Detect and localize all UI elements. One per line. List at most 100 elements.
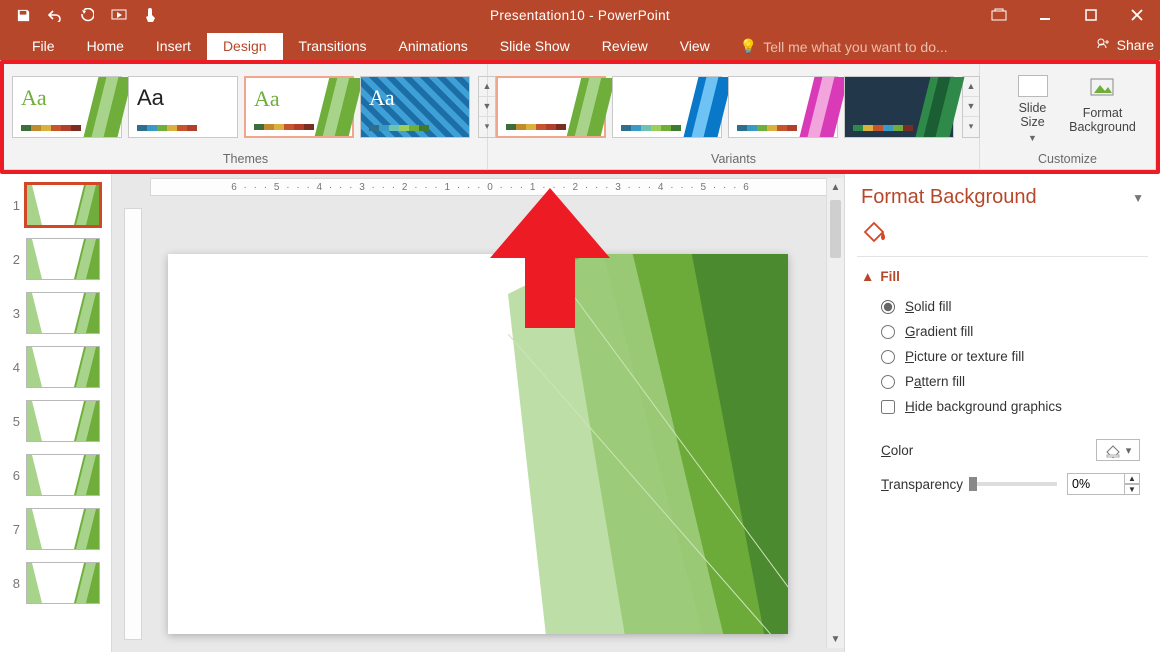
thumb-art [26,509,42,549]
color-picker[interactable]: ▾ [1096,439,1140,461]
slider-knob[interactable] [969,477,977,491]
variant-thumb-1[interactable] [496,76,606,138]
maximize-button[interactable] [1068,0,1114,30]
scrollbar-thumb[interactable] [830,200,841,258]
more-icon[interactable]: ▾ [963,117,979,136]
tab-home[interactable]: Home [71,33,140,60]
swatches [853,125,913,131]
share-label: Share [1117,37,1154,53]
scroll-up-icon[interactable]: ▲ [963,77,979,97]
slide-number: 8 [8,576,20,591]
touch-mode-icon[interactable] [142,6,160,24]
variants-group-label: Variants [488,149,979,169]
thumb-art [26,239,42,279]
gradient-fill-option[interactable]: Gradient fill [861,319,1144,344]
gradient-fill-radio[interactable] [881,325,895,339]
slide-number: 5 [8,414,20,429]
slide-thumbnail[interactable] [26,454,100,496]
close-button[interactable] [1114,0,1160,30]
transparency-spin[interactable]: ▲ ▼ [1067,473,1140,495]
fill-section-header[interactable]: ▲ Fill [861,269,1144,284]
solid-fill-radio[interactable] [881,300,895,314]
ribbon-options-icon[interactable] [976,0,1022,30]
scroll-up-icon[interactable]: ▲ [827,178,844,196]
slide-thumbnail[interactable] [26,184,100,226]
pattern-fill-option[interactable]: Pattern fill [861,369,1144,394]
ribbon-highlight-box: Aa Aa Aa Aa ▲ [0,60,1160,174]
minimize-button[interactable] [1022,0,1068,30]
slide-thumb-row[interactable]: 2 [0,236,111,290]
pattern-fill-radio[interactable] [881,375,895,389]
share-button[interactable]: Share [1095,30,1154,60]
slide-thumbnail[interactable] [26,292,100,334]
variants-gallery-scroll[interactable]: ▲ ▼ ▾ [962,76,980,138]
undo-icon[interactable] [46,6,64,24]
tab-animations[interactable]: Animations [382,33,483,60]
tab-transitions[interactable]: Transitions [283,33,383,60]
slide-thumbnail[interactable] [26,400,100,442]
tab-review[interactable]: Review [586,33,664,60]
pane-menu-icon[interactable]: ▼ [1132,191,1144,205]
variant-thumb-3[interactable] [728,76,838,138]
transparency-input[interactable] [1067,473,1125,495]
fill-bucket-icon[interactable] [845,215,1160,256]
chevron-down-icon: ▼ [1028,133,1037,143]
hide-bg-option[interactable]: Hide background graphics [861,394,1144,419]
slide-number: 1 [8,198,20,213]
slide-canvas[interactable] [168,254,788,634]
spin-up-icon[interactable]: ▲ [1124,473,1140,484]
scroll-down-icon[interactable]: ▼ [827,630,844,648]
slide-thumbnail[interactable] [26,346,100,388]
slide-thumbnail[interactable] [26,562,100,604]
title-bar: Presentation10 - PowerPoint [0,0,1160,30]
tab-file[interactable]: File [16,33,71,60]
themes-group: Aa Aa Aa Aa ▲ [4,64,488,169]
slide-thumb-row[interactable]: 4 [0,344,111,398]
variant-thumb-4[interactable] [844,76,954,138]
tell-me-search[interactable]: 💡 Tell me what you want to do... [734,33,954,60]
thumb-art [26,563,42,603]
main-area: 1 2 3 4 5 6 7 [0,174,1160,652]
picture-fill-option[interactable]: Picture or texture fill [861,344,1144,369]
slide-thumb-row[interactable]: 5 [0,398,111,452]
transparency-slider[interactable] [969,482,1057,486]
ribbon-tabs: File Home Insert Design Transitions Anim… [0,30,1160,60]
save-icon[interactable] [14,6,32,24]
gradient-fill-label: Gradient fill [905,324,973,339]
slide-thumb-row[interactable]: 6 [0,452,111,506]
solid-fill-option[interactable]: SSolid fillolid fill [861,294,1144,319]
slide-thumb-row[interactable]: 8 [0,560,111,614]
format-background-button[interactable]: Format Background [1070,71,1136,143]
slide-thumbnail[interactable] [26,238,100,280]
slide-size-button[interactable]: Slide Size ▼ [1000,71,1066,143]
thumb-art [26,455,42,495]
slide-number: 6 [8,468,20,483]
tab-insert[interactable]: Insert [140,33,207,60]
redo-icon[interactable] [78,6,96,24]
slideshow-icon[interactable] [110,6,128,24]
tab-design[interactable]: Design [207,33,283,60]
tab-view[interactable]: View [664,33,726,60]
slide-thumb-row[interactable]: 1 [0,182,111,236]
theme-thumb-4[interactable]: Aa [360,76,470,138]
theme-aa: Aa [21,85,47,111]
transparency-label: Transparency [881,477,963,492]
slide-thumbnail[interactable] [26,508,100,550]
slide-number: 7 [8,522,20,537]
spin-down-icon[interactable]: ▼ [1124,484,1140,495]
customize-group: Slide Size ▼ Format Background Customize [980,64,1156,169]
picture-fill-radio[interactable] [881,350,895,364]
collapse-icon: ▲ [861,269,874,284]
slide-thumb-row[interactable]: 3 [0,290,111,344]
theme-thumb-1[interactable]: Aa [12,76,122,138]
format-background-pane: Format Background ▼ ▲ Fill SSolid fillol… [844,174,1160,652]
thumb-art [689,77,721,137]
variant-thumb-2[interactable] [612,76,722,138]
slide-thumb-row[interactable]: 7 [0,506,111,560]
theme-thumb-3[interactable]: Aa [244,76,354,138]
hide-bg-checkbox[interactable] [881,400,895,414]
scroll-down-icon[interactable]: ▼ [963,97,979,117]
tab-slideshow[interactable]: Slide Show [484,33,586,60]
vertical-scrollbar[interactable]: ▲ ▼ [826,178,844,648]
theme-thumb-2[interactable]: Aa [128,76,238,138]
